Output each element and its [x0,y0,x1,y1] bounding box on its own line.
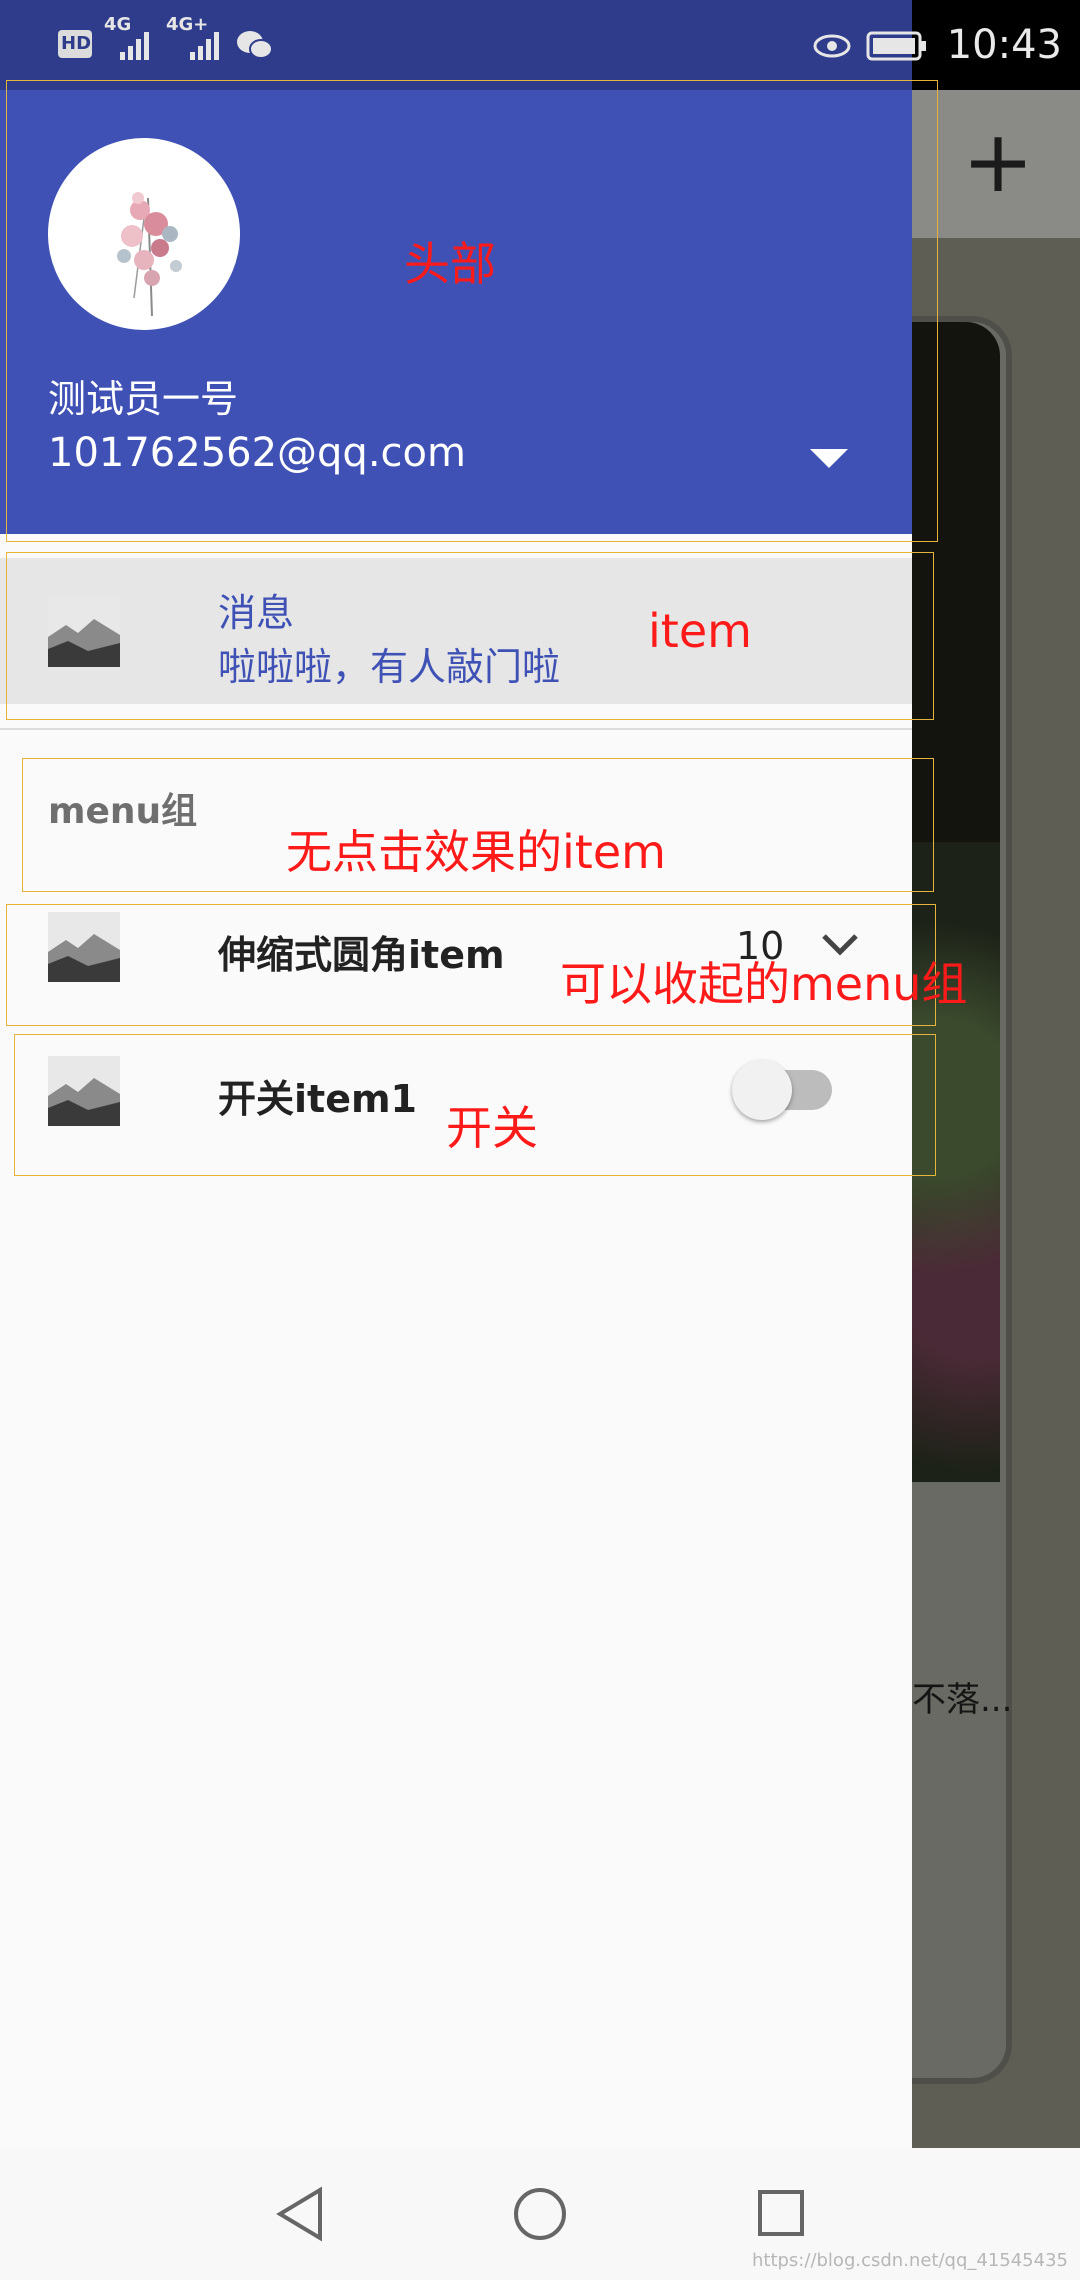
add-icon: + [962,112,1035,212]
annotation-switch-label: 开关 [446,1101,538,1155]
watermark: https://blog.csdn.net/qq_41545435 [751,2250,1068,2271]
back-icon[interactable] [274,2186,326,2242]
annotation-item-label: item [648,604,752,658]
status-bar: HD 4G 4G+ 10:43 [0,0,1080,90]
annotation-header-label: 头部 [404,237,496,291]
clock: 10:43 [946,22,1062,68]
annotation-collapsible-label: 可以收起的menu组 [560,957,968,1011]
hd-badge: HD [61,33,92,54]
annotation-non-click-label: 无点击效果的item [286,825,666,879]
hd-icon: HD [58,30,92,58]
eye-comfort-icon [813,34,851,58]
background-card-text: 不落... [912,1680,1013,1720]
battery-icon [866,31,926,61]
signal-icon-2 [190,32,219,60]
recents-icon[interactable] [756,2188,806,2240]
wechat-icon [237,31,273,59]
home-icon[interactable] [512,2186,568,2242]
signal-icon-1 [120,32,149,60]
annotation-box-header [6,80,938,542]
divider [0,728,912,730]
annotation-box-item [6,552,934,720]
